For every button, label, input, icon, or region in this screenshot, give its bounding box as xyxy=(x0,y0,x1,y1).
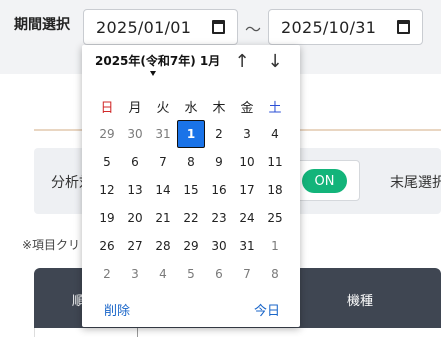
calendar-day[interactable]: 25 xyxy=(261,204,289,232)
calendar-day[interactable]: 27 xyxy=(121,232,149,260)
calendar-day[interactable]: 12 xyxy=(93,176,121,204)
column-divider xyxy=(137,328,138,337)
weekday-label: 火 xyxy=(156,100,170,116)
calendar-day[interactable]: 31 xyxy=(233,232,261,260)
column-header-model[interactable]: 機種 xyxy=(347,290,373,309)
analysis-toggle[interactable]: ON xyxy=(302,169,347,193)
calendar-day[interactable]: 31 xyxy=(149,120,177,148)
calendar-day[interactable]: 29 xyxy=(177,232,205,260)
calendar-day[interactable]: 10 xyxy=(233,148,261,176)
calendar-day[interactable]: 26 xyxy=(93,232,121,260)
table-row xyxy=(34,328,441,337)
calendar-day[interactable]: 9 xyxy=(205,148,233,176)
weekday-label: 木 xyxy=(212,100,226,116)
calendar-week-row: 5 6 7 8 9 10 11 xyxy=(93,148,289,176)
calendar-day[interactable]: 6 xyxy=(121,148,149,176)
tail-select-label: 末尾選択 xyxy=(390,175,441,191)
calendar-day[interactable]: 30 xyxy=(205,232,233,260)
calendar-day[interactable]: 14 xyxy=(149,176,177,204)
calendar-day[interactable]: 28 xyxy=(149,232,177,260)
calendar-day[interactable]: 16 xyxy=(205,176,233,204)
calendar-day[interactable]: 3 xyxy=(233,120,261,148)
weekday-label: 金 xyxy=(240,100,254,116)
date-from-value: 2025/01/01 xyxy=(96,17,192,37)
calendar-day[interactable]: 8 xyxy=(261,260,289,288)
period-label: 期間選択 xyxy=(14,17,70,33)
calendar-weeks: 29 30 31 1 2 3 4 5 6 7 8 9 10 11 12 13 14 15 16 17 18 19 20 21 2… xyxy=(93,120,289,288)
calendar-week-row: 19 20 21 22 23 24 25 xyxy=(93,204,289,232)
calendar-day[interactable]: 1 xyxy=(261,232,289,260)
calendar-day[interactable]: 6 xyxy=(205,260,233,288)
calendar-day[interactable]: 2 xyxy=(93,260,121,288)
date-to-input[interactable]: 2025/10/31 xyxy=(268,9,423,45)
weekday-label: 土 xyxy=(268,100,282,116)
weekday-label: 日 xyxy=(100,100,114,116)
calendar-day[interactable]: 21 xyxy=(149,204,177,232)
calendar-day[interactable]: 29 xyxy=(93,120,121,148)
calendar-grid: 日 月 火 水 木 金 土 29 30 31 1 2 3 4 5 6 7 8 9 10 11 12 13 14 1… xyxy=(93,92,289,288)
calendar-icon[interactable] xyxy=(212,20,225,34)
calendar-week-row: 29 30 31 1 2 3 4 xyxy=(93,120,289,148)
calendar-day[interactable]: 30 xyxy=(121,120,149,148)
calendar-day[interactable]: 5 xyxy=(93,148,121,176)
date-picker-popup: 2025年(令和7年) 1月 ↑ ↓ 日 月 火 水 木 金 土 29 30 31 1… xyxy=(82,45,300,327)
calendar-day[interactable]: 20 xyxy=(121,204,149,232)
clear-button[interactable]: 削除 xyxy=(104,300,130,319)
weekday-label: 水 xyxy=(184,100,198,116)
calendar-day[interactable]: 5 xyxy=(177,260,205,288)
calendar-day[interactable]: 3 xyxy=(121,260,149,288)
calendar-day[interactable]: 17 xyxy=(233,176,261,204)
month-selector[interactable]: 2025年(令和7年) 1月 xyxy=(95,52,220,69)
today-button[interactable]: 今日 xyxy=(254,300,280,319)
date-from-input[interactable]: 2025/01/01 xyxy=(83,9,238,45)
calendar-week-row: 26 27 28 29 30 31 1 xyxy=(93,232,289,260)
calendar-icon[interactable] xyxy=(397,20,410,34)
calendar-day[interactable]: 8 xyxy=(177,148,205,176)
caret-down-icon[interactable] xyxy=(150,71,156,76)
calendar-day[interactable]: 7 xyxy=(149,148,177,176)
calendar-day[interactable]: 18 xyxy=(261,176,289,204)
date-to-value: 2025/10/31 xyxy=(281,17,377,37)
arrow-down-icon[interactable]: ↓ xyxy=(264,52,286,72)
calendar-day[interactable]: 2 xyxy=(205,120,233,148)
calendar-day[interactable]: 23 xyxy=(205,204,233,232)
date-separator: ～ xyxy=(245,20,262,39)
calendar-day[interactable]: 4 xyxy=(261,120,289,148)
calendar-day[interactable]: 22 xyxy=(177,204,205,232)
calendar-day[interactable]: 11 xyxy=(261,148,289,176)
calendar-day[interactable]: 13 xyxy=(121,176,149,204)
calendar-day[interactable]: 4 xyxy=(149,260,177,288)
calendar-day[interactable]: 24 xyxy=(233,204,261,232)
calendar-week-row: 12 13 14 15 16 17 18 xyxy=(93,176,289,204)
calendar-day-selected[interactable]: 1 xyxy=(177,120,205,148)
weekday-label: 月 xyxy=(128,100,142,116)
calendar-week-row: 2345678 xyxy=(93,260,289,288)
calendar-day[interactable]: 19 xyxy=(93,204,121,232)
arrow-up-icon[interactable]: ↑ xyxy=(231,52,253,72)
calendar-day[interactable]: 7 xyxy=(233,260,261,288)
calendar-day[interactable]: 15 xyxy=(177,176,205,204)
weekday-header: 日 月 火 水 木 金 土 xyxy=(93,92,289,120)
